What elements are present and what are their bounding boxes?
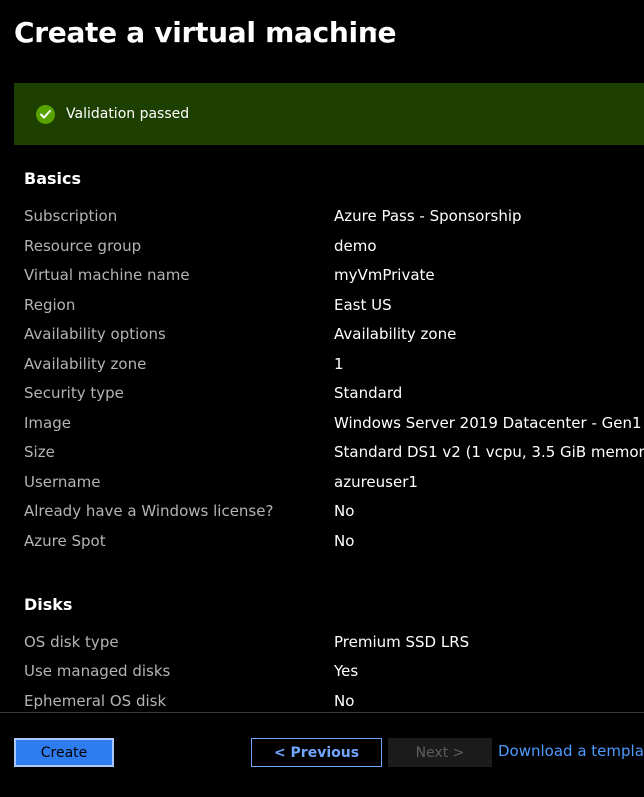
row-label: Azure Spot	[24, 532, 106, 550]
next-button: Next >	[388, 738, 492, 767]
summary-row: Availability options Availability zone	[24, 325, 644, 354]
row-value: Premium SSD LRS	[334, 633, 470, 651]
summary-row: Use managed disks Yes	[24, 662, 644, 691]
row-value: No	[334, 692, 355, 710]
row-value: Standard DS1 v2 (1 vcpu, 3.5 GiB memory)	[334, 443, 644, 461]
row-label: Availability zone	[24, 355, 147, 373]
create-button[interactable]: Create	[14, 738, 114, 767]
row-label: Region	[24, 296, 76, 314]
page-header: Create a virtual machine	[14, 12, 396, 52]
summary-row: Region East US	[24, 296, 644, 325]
row-value: No	[334, 532, 355, 550]
row-label: OS disk type	[24, 633, 119, 651]
row-value: Availability zone	[334, 325, 457, 343]
summary-row: Already have a Windows license? No	[24, 502, 644, 531]
page-title: Create a virtual machine	[14, 15, 397, 49]
basics-section-title: Basics	[24, 169, 82, 188]
row-value: No	[334, 502, 355, 520]
row-value: Standard	[334, 384, 403, 402]
row-label: Subscription	[24, 207, 118, 225]
row-label: Availability options	[24, 325, 166, 343]
row-value: 1	[334, 355, 344, 373]
disks-section-title: Disks	[24, 595, 73, 614]
summary-row: Resource group demo	[24, 237, 644, 266]
summary-row: Username azureuser1	[24, 473, 644, 502]
download-template-link[interactable]: Download a template for automation	[498, 742, 644, 760]
row-label: Ephemeral OS disk	[24, 692, 167, 710]
summary-row: Ephemeral OS disk No	[24, 692, 644, 712]
row-label: Username	[24, 473, 101, 491]
row-label: Image	[24, 414, 71, 432]
validation-banner: Validation passed	[14, 83, 644, 145]
summary-row: Image Windows Server 2019 Datacenter - Ge…	[24, 414, 644, 443]
summary-row: Azure Spot No	[24, 532, 644, 561]
row-value: azureuser1	[334, 473, 418, 491]
row-label: Virtual machine name	[24, 266, 190, 284]
validation-status-text: Validation passed	[66, 106, 190, 122]
row-value: Yes	[334, 662, 359, 680]
row-label: Security type	[24, 384, 124, 402]
summary-row: Availability zone 1	[24, 355, 644, 384]
row-label: Size	[24, 443, 55, 461]
row-value: demo	[334, 237, 377, 255]
create-vm-review-page: Create a virtual machine ··· Validation …	[0, 0, 644, 797]
check-circle-icon	[36, 104, 55, 124]
summary-row: OS disk type Premium SSD LRS	[24, 633, 644, 662]
summary-row: Subscription Azure Pass - Sponsorship	[24, 207, 644, 236]
row-value: East US	[334, 296, 392, 314]
row-value: myVmPrivate	[334, 266, 435, 284]
row-label: Already have a Windows license?	[24, 502, 274, 520]
row-value: Azure Pass - Sponsorship	[334, 207, 522, 225]
footer-divider	[0, 712, 644, 713]
row-label: Resource group	[24, 237, 142, 255]
more-options-icon[interactable]: ···	[373, 20, 391, 39]
row-value: Windows Server 2019 Datacenter - Gen1	[334, 414, 642, 432]
summary-row: Virtual machine name myVmPrivate	[24, 266, 644, 295]
previous-button[interactable]: < Previous	[251, 738, 382, 767]
row-label: Use managed disks	[24, 662, 171, 680]
summary-row: Security type Standard	[24, 384, 644, 413]
summary-row: Size Standard DS1 v2 (1 vcpu, 3.5 GiB mem…	[24, 443, 644, 472]
review-summary: Basics Subscription Azure Pass - Sponsors…	[24, 160, 644, 712]
